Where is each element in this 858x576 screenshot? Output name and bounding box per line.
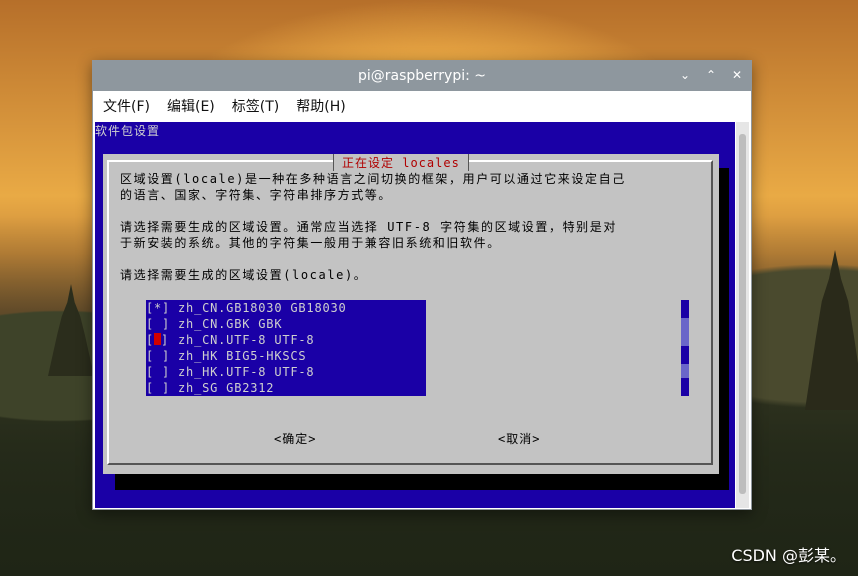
list-item[interactable]: [ ] zh_HK BIG5-HKSCS <box>146 348 426 364</box>
list-item-label: zh_CN.UTF-8 UTF-8 <box>178 333 315 347</box>
minimize-icon[interactable]: ⌄ <box>677 67 693 83</box>
terminal-area[interactable]: 软件包设置 正在设定 locales 区域设置(locale)是一种在多种语言之… <box>95 122 735 508</box>
locale-list[interactable]: [*] zh_CN.GB18030 GB18030 [ ] zh_CN.GBK … <box>146 300 426 396</box>
dialog-text-line: 于新安装的系统。其他的字符集一般用于兼容旧系统和旧软件。 <box>120 236 501 250</box>
menu-help[interactable]: 帮助(H) <box>296 96 345 116</box>
list-item[interactable]: [] zh_CN.UTF-8 UTF-8 <box>146 332 426 348</box>
list-item-label: zh_HK BIG5-HKSCS <box>178 349 307 363</box>
menu-tabs[interactable]: 标签(T) <box>232 96 279 116</box>
menu-edit[interactable]: 编辑(E) <box>167 96 215 116</box>
checkbox[interactable]: [ ] <box>146 316 170 332</box>
list-item[interactable]: [*] zh_CN.GB18030 GB18030 <box>146 300 426 316</box>
dialog-text-line: 请选择需要生成的区域设置(locale)。 <box>120 268 368 282</box>
list-item-label: zh_SG GB2312 <box>178 381 275 395</box>
list-item[interactable]: [ ] zh_HK.UTF-8 UTF-8 <box>146 364 426 380</box>
scrollbar-segment <box>681 318 689 346</box>
scrollbar-segment <box>681 364 689 378</box>
dialog-text-line: 请选择需要生成的区域设置。通常应当选择 UTF-8 字符集的区域设置，特别是对 <box>120 220 617 234</box>
cursor-icon <box>154 333 162 345</box>
maximize-icon[interactable]: ⌃ <box>703 67 719 83</box>
checkbox[interactable]: [ ] <box>146 364 170 380</box>
cancel-button[interactable]: <取消> <box>498 430 540 447</box>
window-title: pi@raspberrypi: ~ <box>357 68 487 84</box>
list-item-label: zh_HK.UTF-8 UTF-8 <box>178 365 315 379</box>
backtitle: 软件包设置 <box>95 124 161 138</box>
menu-file[interactable]: 文件(F) <box>103 96 150 116</box>
list-item[interactable]: [ ] zh_CN.GBK GBK <box>146 316 426 332</box>
list-scrollbar[interactable] <box>681 300 689 396</box>
dialog-title: 正在设定 locales <box>333 154 469 171</box>
locales-dialog: 正在设定 locales 区域设置(locale)是一种在多种语言之间切换的框架… <box>103 154 719 474</box>
ok-button[interactable]: <确定> <box>274 430 316 447</box>
window-titlebar[interactable]: pi@raspberrypi: ~ ⌄ ⌃ ✕ <box>93 61 751 91</box>
menubar: 文件(F) 编辑(E) 标签(T) 帮助(H) <box>93 91 751 121</box>
dialog-text-line: 的语言、国家、字符集、字符串排序方式等。 <box>120 188 393 202</box>
terminal-scrollbar[interactable] <box>736 122 749 508</box>
watermark: CSDN @彭某。 <box>731 546 846 565</box>
dialog-text-line: 区域设置(locale)是一种在多种语言之间切换的框架，用户可以通过它来设定自己 <box>120 172 626 186</box>
list-item-label: zh_CN.GBK GBK <box>178 317 283 331</box>
checkbox-with-cursor[interactable]: [] <box>146 332 170 348</box>
checkbox[interactable]: [ ] <box>146 380 170 396</box>
close-icon[interactable]: ✕ <box>729 67 745 83</box>
checkbox[interactable]: [*] <box>146 300 170 316</box>
window-controls: ⌄ ⌃ ✕ <box>677 67 745 83</box>
list-item-label: zh_CN.GB18030 GB18030 <box>178 301 347 315</box>
scrollbar-thumb[interactable] <box>739 134 746 494</box>
checkbox[interactable]: [ ] <box>146 348 170 364</box>
list-item[interactable]: [ ] zh_SG GB2312 <box>146 380 426 396</box>
terminal-window: pi@raspberrypi: ~ ⌄ ⌃ ✕ 文件(F) 编辑(E) 标签(T… <box>92 60 752 510</box>
